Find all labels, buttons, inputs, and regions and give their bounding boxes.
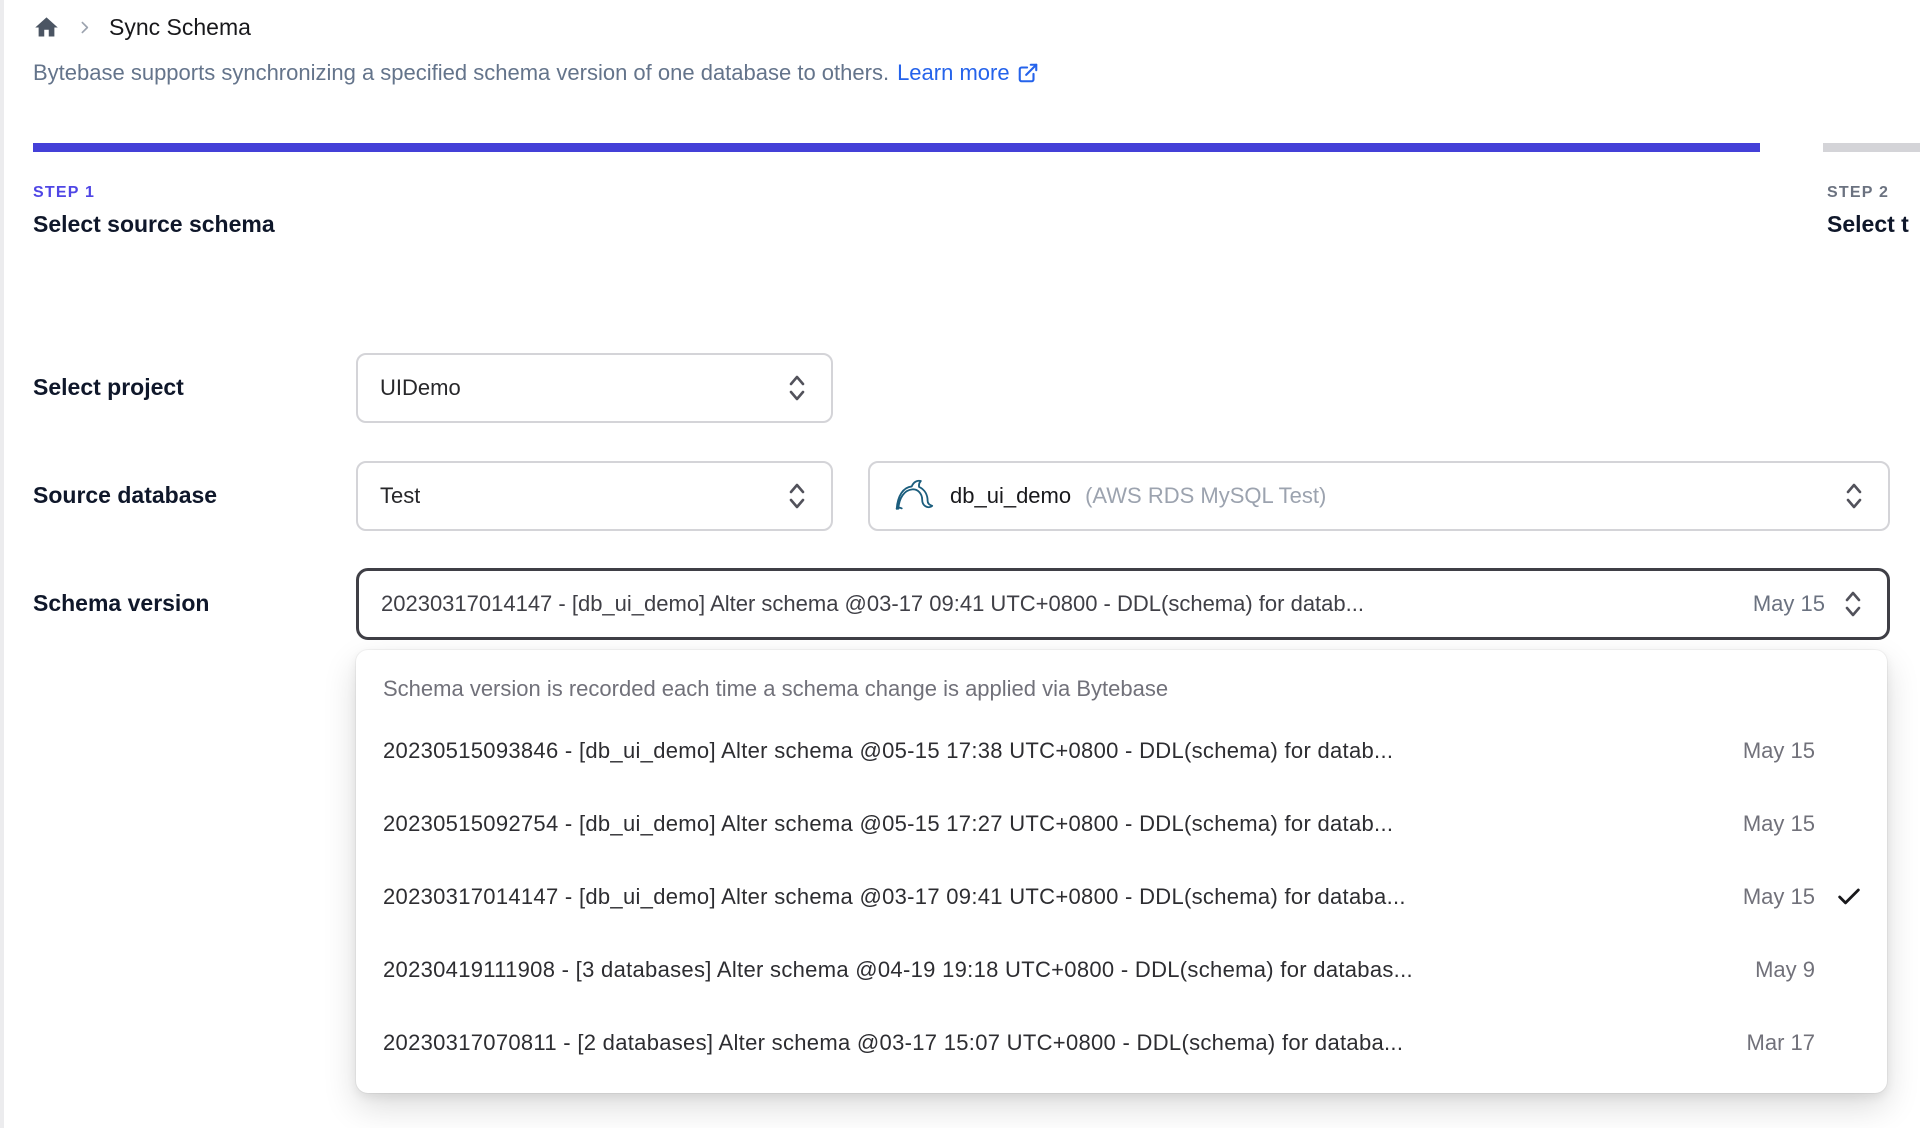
schema-version-select-value: 20230317014147 - [db_ui_demo] Alter sche… <box>381 591 1364 616</box>
schema-version-option-selected[interactable]: 20230317014147 - [db_ui_demo] Alter sche… <box>356 860 1887 933</box>
chevron-up-down-icon <box>785 373 809 403</box>
project-select-value: UIDemo <box>380 375 461 400</box>
option-text: 20230317070811 - [2 databases] Alter sch… <box>383 1029 1404 1055</box>
breadcrumb: Sync Schema <box>33 14 251 41</box>
option-date: May 15 <box>1742 737 1815 763</box>
database-select-detail: (AWS RDS MySQL Test) <box>1085 483 1327 508</box>
external-link-icon <box>1018 63 1037 83</box>
schema-version-option[interactable]: 20230317070811 - [2 databases] Alter sch… <box>356 1006 1887 1079</box>
option-date: May 15 <box>1742 883 1815 909</box>
page-description: Bytebase supports synchronizing a specif… <box>33 60 1039 86</box>
step-1-title: Select source schema <box>33 211 275 237</box>
mysql-dolphin-icon <box>895 479 934 510</box>
source-database-label: Source database <box>33 482 218 508</box>
database-select[interactable]: db_ui_demo (AWS RDS MySQL Test) <box>868 461 1890 531</box>
step-1-label: STEP 1 <box>33 184 96 201</box>
option-text: 20230317014147 - [db_ui_demo] Alter sche… <box>383 883 1406 909</box>
chevron-right-icon <box>76 19 93 36</box>
check-icon <box>1838 888 1860 904</box>
dropdown-hint: Schema version is recorded each time a s… <box>383 676 1169 701</box>
option-text: 20230419111908 - [3 databases] Alter sch… <box>383 956 1413 982</box>
step-2-title: Select t <box>1827 211 1909 237</box>
option-date: Mar 17 <box>1746 1029 1815 1055</box>
schema-version-dropdown: Schema version is recorded each time a s… <box>356 650 1887 1093</box>
schema-version-select-date: May 15 <box>1752 591 1825 616</box>
step-1-heading: STEP 1 Select source schema <box>33 184 275 238</box>
project-select[interactable]: UIDemo <box>356 353 833 423</box>
learn-more-label: Learn more <box>897 60 1010 85</box>
schema-version-select[interactable]: 20230317014147 - [db_ui_demo] Alter sche… <box>356 568 1890 640</box>
option-check-slot <box>1815 883 1863 911</box>
select-project-label: Select project <box>33 374 184 400</box>
chevron-up-down-icon <box>1841 589 1865 619</box>
learn-more-link[interactable]: Learn more <box>897 60 1039 86</box>
schema-version-label: Schema version <box>33 590 210 616</box>
option-text: 20230515093846 - [db_ui_demo] Alter sche… <box>383 737 1394 763</box>
schema-version-option[interactable]: 20230515092754 - [db_ui_demo] Alter sche… <box>356 787 1887 860</box>
content-left-divider <box>0 0 4 1128</box>
chevron-up-down-icon <box>785 481 809 511</box>
step-2-label: STEP 2 <box>1827 184 1890 201</box>
environment-select-value: Test <box>380 483 421 508</box>
chevron-up-down-icon <box>1842 481 1866 511</box>
page-title: Sync Schema <box>109 14 251 40</box>
option-date: May 9 <box>1755 956 1815 982</box>
home-icon[interactable] <box>33 14 60 41</box>
sync-schema-page: Sync Schema Bytebase supports synchroniz… <box>0 0 1920 1128</box>
step-2-heading: STEP 2 Select t <box>1827 184 1920 238</box>
schema-version-option[interactable]: 20230515093846 - [db_ui_demo] Alter sche… <box>356 714 1887 787</box>
schema-version-option[interactable]: 20230419111908 - [3 databases] Alter sch… <box>356 933 1887 1006</box>
step2-progress-bar <box>1823 143 1920 152</box>
step1-progress-bar <box>33 143 1760 152</box>
environment-select[interactable]: Test <box>356 461 833 531</box>
database-select-name: db_ui_demo <box>950 483 1072 508</box>
description-text: Bytebase supports synchronizing a specif… <box>33 60 890 85</box>
option-text: 20230515092754 - [db_ui_demo] Alter sche… <box>383 810 1394 836</box>
option-date: May 15 <box>1742 810 1815 836</box>
